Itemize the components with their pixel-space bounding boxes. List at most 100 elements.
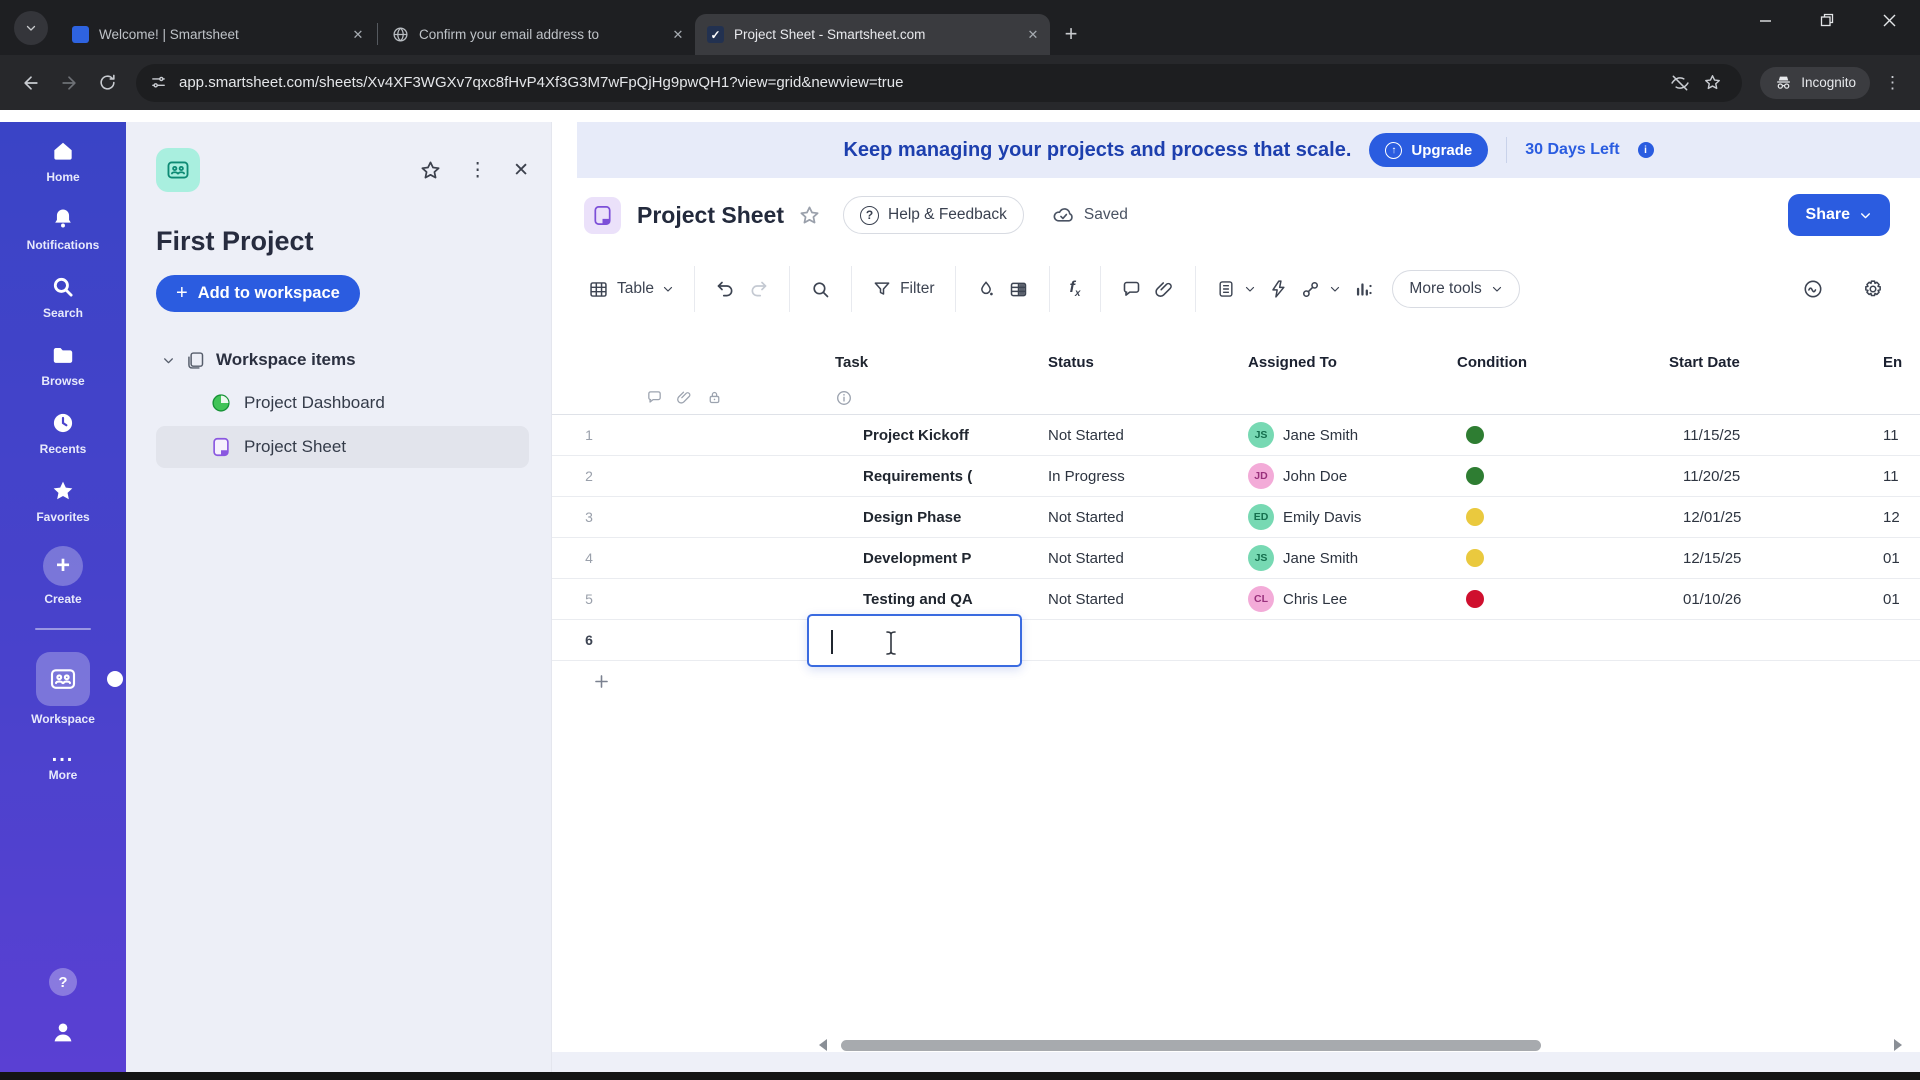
attachment-column-icon[interactable] (676, 389, 693, 406)
row-number[interactable]: 3 (552, 509, 626, 525)
back-button[interactable] (12, 64, 50, 102)
cell-assigned-to[interactable]: CL Chris Lee (1231, 586, 1446, 612)
favorite-sheet-button[interactable] (798, 204, 821, 227)
filter-button[interactable]: Filter (866, 279, 940, 299)
column-header-start-date[interactable]: Start Date (1636, 354, 1851, 371)
row-number[interactable]: 6 (552, 632, 626, 648)
tree-item-project-sheet[interactable]: Project Sheet (156, 426, 529, 468)
tab-confirm-email[interactable]: Confirm your email address to ✕ (380, 14, 695, 55)
rail-item-create[interactable]: + Create (43, 546, 83, 606)
undo-button[interactable] (709, 279, 742, 300)
add-to-workspace-button[interactable]: + Add to workspace (156, 275, 360, 312)
info-icon[interactable] (835, 389, 853, 407)
add-row[interactable] (552, 661, 1920, 702)
cell-status[interactable]: Not Started (1022, 427, 1231, 444)
scroll-left-arrow[interactable] (819, 1039, 827, 1051)
cell-start-date[interactable]: 01/10/26 (1636, 591, 1851, 608)
redo-button[interactable] (742, 279, 775, 300)
cell-end-date[interactable]: 12 (1851, 509, 1920, 526)
grid-row[interactable]: 1 Project Kickoff Not Started JS Jane Sm… (552, 415, 1920, 456)
close-tab-icon[interactable]: ✕ (669, 26, 687, 44)
cell-start-date[interactable]: 11/20/25 (1636, 468, 1851, 485)
cell-assigned-to[interactable]: ED Emily Davis (1231, 504, 1446, 530)
cell-condition[interactable] (1446, 549, 1636, 567)
attachment-button[interactable] (1148, 279, 1181, 300)
help-feedback-button[interactable]: ? Help & Feedback (843, 196, 1024, 234)
reload-button[interactable] (88, 64, 126, 102)
close-panel-button[interactable]: ✕ (513, 159, 529, 182)
row-number[interactable]: 2 (552, 468, 626, 484)
rail-item-browse[interactable]: Browse (41, 342, 85, 388)
formula-button[interactable]: fx (1064, 279, 1087, 299)
search-sheet-button[interactable] (804, 279, 837, 300)
rail-item-home[interactable]: Home (46, 138, 80, 184)
column-header-condition[interactable]: Condition (1446, 354, 1636, 371)
row-number[interactable]: 4 (552, 550, 626, 566)
column-header-end-date[interactable]: En (1851, 354, 1920, 371)
restore-button[interactable] (1796, 0, 1858, 40)
cell-status[interactable]: In Progress (1022, 468, 1231, 485)
more-tools-button[interactable]: More tools (1392, 270, 1520, 308)
cell-assigned-to[interactable]: JS Jane Smith (1231, 545, 1446, 571)
view-switcher-button[interactable]: Table (582, 279, 680, 300)
horizontal-scrollbar[interactable] (552, 1038, 1920, 1052)
cell-task[interactable]: Project Kickoff (807, 427, 1022, 444)
grid-row[interactable]: 5 Testing and QA Not Started CL Chris Le… (552, 579, 1920, 620)
tree-item-workspace-items[interactable]: Workspace items (156, 340, 529, 380)
cell-task[interactable]: Requirements ( (807, 468, 1022, 485)
row-number[interactable]: 1 (552, 427, 626, 443)
tree-item-project-dashboard[interactable]: Project Dashboard (156, 382, 529, 424)
cell-start-date[interactable]: 11/15/25 (1636, 427, 1851, 444)
new-tab-button[interactable]: + (1056, 19, 1086, 49)
grid-row[interactable]: 2 Requirements ( In Progress JD John Doe… (552, 456, 1920, 497)
comment-button[interactable] (1115, 279, 1148, 300)
tab-project-sheet[interactable]: ✓ Project Sheet - Smartsheet.com ✕ (695, 14, 1050, 55)
minimize-button[interactable] (1734, 0, 1796, 40)
row-number[interactable]: 5 (552, 591, 626, 607)
lock-column-icon[interactable] (706, 389, 723, 406)
cell-format-button[interactable] (1002, 279, 1035, 300)
browser-menu-button[interactable]: ⋮ (1878, 68, 1908, 98)
cell-status[interactable]: Not Started (1022, 550, 1231, 567)
help-button[interactable]: ? (49, 968, 77, 996)
upgrade-button[interactable]: ↑ Upgrade (1369, 133, 1489, 167)
rail-item-more[interactable]: ... More (49, 745, 78, 782)
column-header-assigned-to[interactable]: Assigned To (1231, 354, 1446, 371)
account-icon[interactable] (49, 1018, 77, 1046)
cell-task[interactable]: Testing and QA (807, 591, 1022, 608)
close-window-button[interactable] (1858, 0, 1920, 40)
activity-log-button[interactable] (1796, 278, 1830, 300)
cell-status[interactable]: Not Started (1022, 509, 1231, 526)
cell-condition[interactable] (1446, 467, 1636, 485)
cell-end-date[interactable]: 11 (1851, 427, 1920, 444)
forward-button[interactable] (50, 64, 88, 102)
address-bar[interactable]: app.smartsheet.com/sheets/Xv4XF3WGXv7qxc… (136, 63, 1743, 102)
fill-color-button[interactable] (970, 279, 1002, 299)
tab-search-button[interactable] (14, 11, 48, 45)
charts-button[interactable] (1347, 279, 1380, 300)
close-tab-icon[interactable]: ✕ (1024, 26, 1042, 44)
cell-condition[interactable] (1446, 426, 1636, 444)
cell-end-date[interactable]: 01 (1851, 550, 1920, 567)
eye-off-button[interactable] (1664, 67, 1696, 99)
cell-assigned-to[interactable]: JD John Doe (1231, 463, 1446, 489)
settings-button[interactable] (1856, 278, 1890, 300)
cell-condition[interactable] (1446, 590, 1636, 608)
cell-start-date[interactable]: 12/01/25 (1636, 509, 1851, 526)
share-button[interactable]: Share (1787, 194, 1890, 236)
cell-end-date[interactable]: 01 (1851, 591, 1920, 608)
panel-menu-button[interactable]: ⋮ (468, 159, 487, 182)
cell-start-date[interactable]: 12/15/25 (1636, 550, 1851, 567)
cell-status[interactable]: Not Started (1022, 591, 1231, 608)
grid-row[interactable]: 3 Design Phase Not Started ED Emily Davi… (552, 497, 1920, 538)
cell-end-date[interactable]: 11 (1851, 468, 1920, 485)
info-icon[interactable]: i (1637, 142, 1654, 158)
rail-item-workspace[interactable]: Workspace (31, 652, 123, 726)
cell-task[interactable]: Design Phase (807, 509, 1022, 526)
cell-assigned-to[interactable]: JS Jane Smith (1231, 422, 1446, 448)
scrollbar-thumb[interactable] (841, 1039, 1541, 1051)
grid-row[interactable]: 4 Development P Not Started JS Jane Smit… (552, 538, 1920, 579)
close-tab-icon[interactable]: ✕ (349, 26, 367, 44)
column-header-task[interactable]: Task (807, 354, 1022, 371)
rail-item-notifications[interactable]: Notifications (27, 206, 99, 252)
